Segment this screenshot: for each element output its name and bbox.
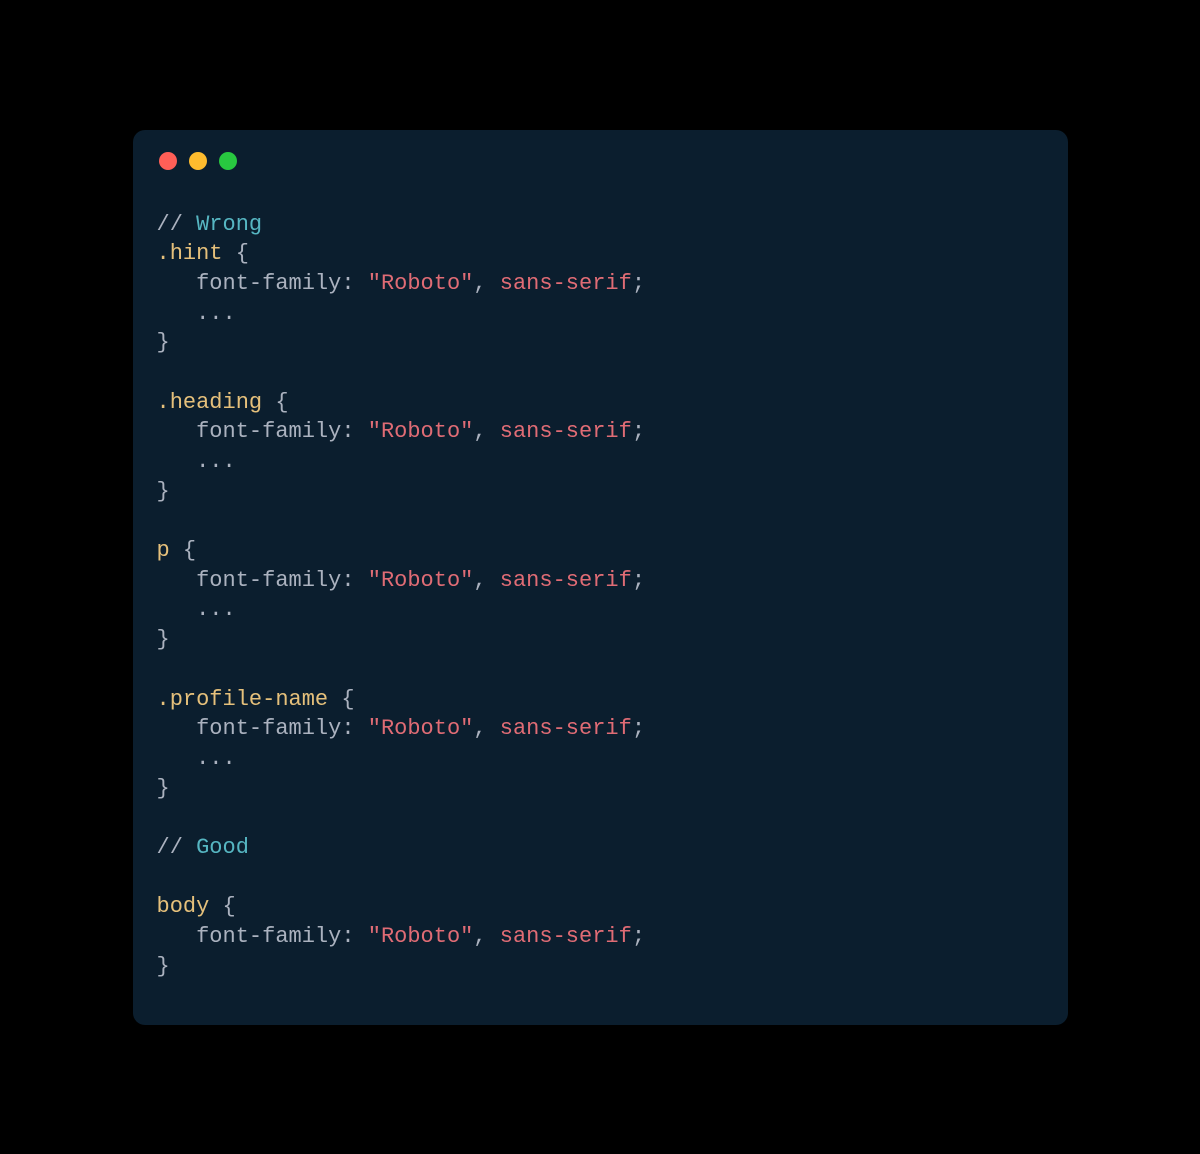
code-line: .hint {: [157, 239, 1044, 269]
code-window: // Wrong.hint { font-family: "Roboto", s…: [133, 130, 1068, 1025]
code-line: .profile-name {: [157, 685, 1044, 715]
code-line: // Wrong: [157, 210, 1044, 240]
minimize-dot[interactable]: [189, 152, 207, 170]
code-line: font-family: "Roboto", sans-serif;: [157, 922, 1044, 952]
code-line: font-family: "Roboto", sans-serif;: [157, 269, 1044, 299]
code-line: ...: [157, 595, 1044, 625]
code-line: }: [157, 774, 1044, 804]
maximize-dot[interactable]: [219, 152, 237, 170]
code-line: }: [157, 328, 1044, 358]
code-block: // Wrong.hint { font-family: "Roboto", s…: [157, 210, 1044, 982]
code-line: }: [157, 625, 1044, 655]
code-line: }: [157, 477, 1044, 507]
window-titlebar: [159, 152, 1044, 170]
code-line: [157, 358, 1044, 388]
code-line: ...: [157, 447, 1044, 477]
code-line: font-family: "Roboto", sans-serif;: [157, 417, 1044, 447]
code-line: ...: [157, 299, 1044, 329]
code-line: body {: [157, 892, 1044, 922]
code-line: font-family: "Roboto", sans-serif;: [157, 714, 1044, 744]
code-line: [157, 506, 1044, 536]
code-line: [157, 803, 1044, 833]
code-line: font-family: "Roboto", sans-serif;: [157, 566, 1044, 596]
code-line: [157, 863, 1044, 893]
code-line: }: [157, 952, 1044, 982]
code-line: // Good: [157, 833, 1044, 863]
code-line: .heading {: [157, 388, 1044, 418]
code-line: p {: [157, 536, 1044, 566]
code-line: [157, 655, 1044, 685]
code-line: ...: [157, 744, 1044, 774]
close-dot[interactable]: [159, 152, 177, 170]
